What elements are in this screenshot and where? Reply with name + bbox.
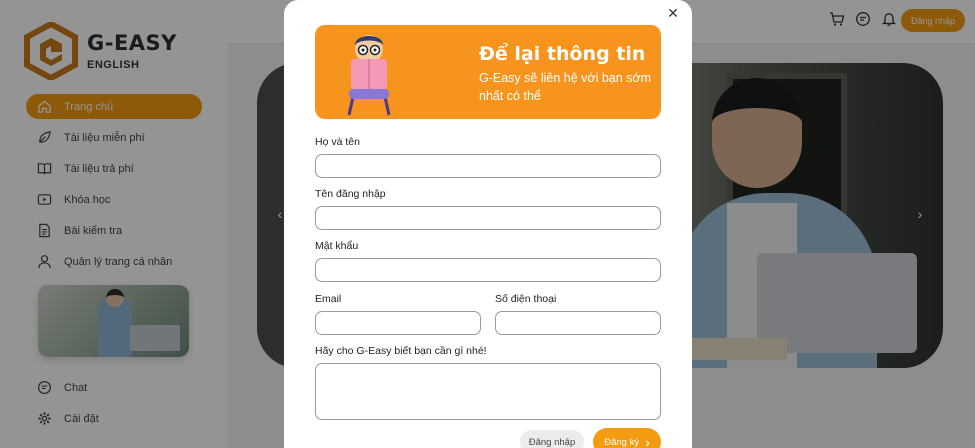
username-label: Tên đăng nhập: [315, 188, 386, 200]
fullname-label: Họ và tên: [315, 136, 360, 148]
password-label: Mật khẩu: [315, 240, 359, 252]
fullname-input[interactable]: [315, 154, 661, 178]
password-input[interactable]: [315, 258, 661, 282]
phone-label: Số điện thoại: [495, 293, 557, 305]
username-input[interactable]: [315, 206, 661, 230]
register-button[interactable]: Đăng ký ›: [593, 428, 661, 448]
message-label: Hãy cho G-Easy biết bạn cần gì nhé!: [315, 345, 487, 357]
modal-hero: Để lại thông tin G-Easy sẽ liên hệ với b…: [315, 25, 661, 119]
email-label: Email: [315, 293, 342, 305]
modal-hero-subtitle: G-Easy sẽ liên hệ với bạn sớm nhất có th…: [479, 71, 652, 103]
register-button-label: Đăng ký: [604, 436, 640, 448]
modal-login-button[interactable]: Đăng nhập: [520, 430, 584, 448]
contact-modal: ✕ Để lại thông tin G-Easy sẽ liên hệ với…: [284, 0, 692, 448]
modal-hero-title: Để lại thông tin: [479, 43, 646, 65]
email-input[interactable]: [315, 311, 481, 335]
chevron-right-icon: ›: [645, 434, 650, 448]
phone-input[interactable]: [495, 311, 661, 335]
message-textarea[interactable]: [315, 363, 661, 420]
close-icon[interactable]: ✕: [665, 5, 681, 21]
reading-character-illustration: [347, 35, 391, 116]
